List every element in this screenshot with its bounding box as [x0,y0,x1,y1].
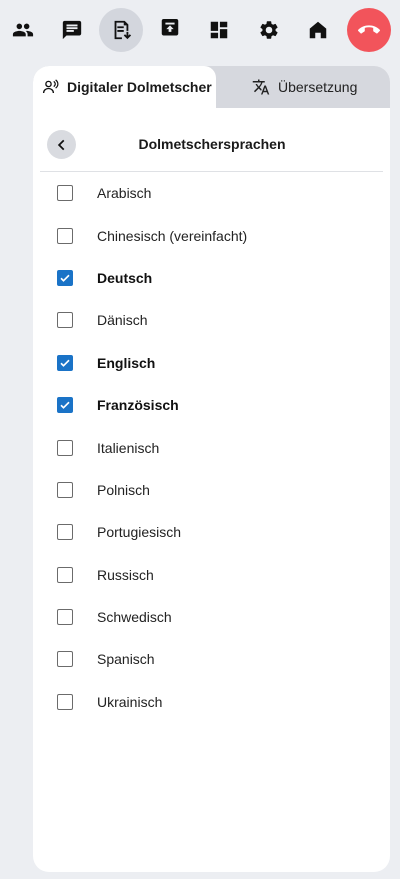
chat-icon [62,20,82,40]
language-checkbox[interactable] [57,693,73,710]
language-checkbox[interactable] [57,481,73,498]
language-checkbox[interactable] [57,397,73,414]
settings-gear-icon [260,21,278,39]
language-label: Dänisch [97,312,148,329]
tab-digital-interpreter[interactable]: Digitaler Dolmetscher [33,66,216,108]
checkmark-icon [60,274,70,282]
language-option-row[interactable]: Chinesisch (vereinfacht) [33,214,390,256]
language-label: Englisch [97,354,156,371]
tab-translation[interactable]: Übersetzung [216,66,390,108]
language-checkbox[interactable] [57,227,73,244]
participants-button[interactable] [1,8,45,52]
languages-header: Dolmetschersprachen [33,130,390,160]
language-label: Russisch [97,566,154,583]
language-checkbox[interactable] [57,269,73,286]
language-label: Polnisch [97,481,150,498]
checkmark-icon [60,401,70,410]
language-option-row[interactable]: Italienisch [33,426,390,468]
upload-icon [161,19,179,36]
upload-button[interactable] [148,8,192,52]
language-label: Spanisch [97,651,155,668]
interpreter-icon [42,79,59,94]
language-option-row[interactable]: Schwedisch [33,596,390,638]
language-option-row[interactable]: Spanisch [33,638,390,680]
language-label: Portugiesisch [97,524,182,541]
language-label: Französisch [97,397,179,414]
interpreter-panel: Digitaler Dolmetscher Übersetzung Dolmet… [33,66,390,872]
language-option-row[interactable]: Russisch [33,554,390,596]
apps-grid-icon [210,21,228,39]
home-icon [309,21,327,39]
language-option-row[interactable]: Englisch [33,342,390,384]
page-title: Dolmetschersprachen [138,136,286,152]
language-option-row[interactable]: Portugiesisch [33,511,390,553]
language-label: Chinesisch (vereinfacht) [97,227,248,244]
language-checkbox[interactable] [57,185,73,202]
language-checkbox[interactable] [57,354,73,371]
language-checkbox[interactable] [57,609,73,626]
tab-bar: Digitaler Dolmetscher Übersetzung [33,66,390,108]
language-label: Italienisch [97,439,160,456]
language-label: Deutsch [97,269,153,286]
language-label: Arabisch [97,185,152,202]
language-option-row[interactable]: Deutsch [33,257,390,299]
apps-button[interactable] [197,8,241,52]
language-option-row[interactable]: Polnisch [33,469,390,511]
home-button[interactable] [296,8,340,52]
language-label: Ukrainisch [97,693,163,710]
transcript-download-icon [114,20,132,40]
language-checkbox[interactable] [57,312,73,329]
language-checkbox[interactable] [57,524,73,541]
language-option-row[interactable]: Französisch [33,384,390,426]
transcript-button[interactable] [99,8,143,52]
language-checkbox[interactable] [57,439,73,456]
language-option-row[interactable]: Ukrainisch [33,681,390,723]
participants-icon [12,23,34,37]
tab-translation-label: Übersetzung [278,79,358,95]
top-toolbar [0,0,400,62]
language-option-row[interactable]: Arabisch [33,172,390,214]
language-list: Arabisch Chinesisch (vereinfacht) Deutsch D… [33,172,390,723]
chat-button[interactable] [50,8,94,52]
settings-button[interactable] [247,8,291,52]
hang-up-icon [358,25,380,34]
translate-icon [252,79,270,95]
tab-digital-interpreter-label: Digitaler Dolmetscher [67,79,212,95]
language-label: Schwedisch [97,609,172,626]
checkmark-icon [60,359,70,367]
language-option-row[interactable]: Dänisch [33,299,390,341]
hang-up-button[interactable] [347,8,391,52]
language-checkbox[interactable] [57,651,73,668]
language-checkbox[interactable] [57,566,73,583]
